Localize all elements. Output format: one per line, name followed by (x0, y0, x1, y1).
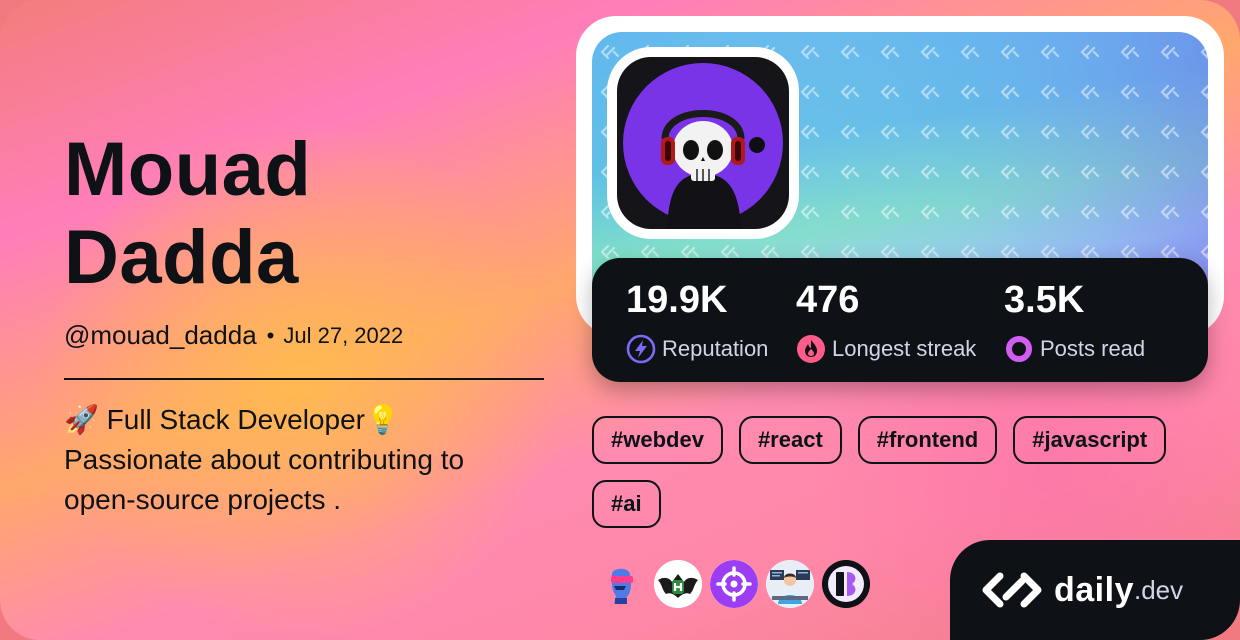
stat-value: 3.5K (1004, 279, 1085, 321)
stat-posts-read: 3.5K Posts read (1004, 278, 1145, 364)
squad-target-icon (710, 560, 758, 608)
avatar-frame (607, 47, 799, 239)
squad-statue-icon (611, 568, 633, 604)
skull-headphones-icon (623, 63, 783, 229)
first-name: Mouad (64, 127, 312, 212)
profile-card: Mouad Dadda @mouad_dadda • Jul 27, 2022 🚀… (0, 0, 1240, 640)
stat-label-row: Posts read (1004, 334, 1145, 364)
tag-list: #webdev #react #frontend #javascript #ai (592, 416, 1202, 528)
streak-flame-icon (797, 335, 825, 363)
tag-webdev[interactable]: #webdev (592, 416, 723, 464)
tag-javascript[interactable]: #javascript (1013, 416, 1167, 464)
bio-line: Passionate about contributing to (64, 444, 465, 475)
divider (64, 378, 544, 380)
separator-dot: • (266, 322, 275, 348)
squad-badge[interactable] (654, 560, 702, 608)
brand-tld: .dev (1133, 574, 1184, 605)
stat-label-row: Longest streak (796, 334, 976, 364)
stat-label: Posts read (1040, 336, 1146, 361)
squad-bat-icon (654, 560, 702, 608)
bio-line: 🚀 Full Stack Developer💡 (64, 404, 400, 435)
username: @mouad_dadda (64, 320, 257, 350)
bio: 🚀 Full Stack Developer💡 Passionate about … (64, 400, 544, 520)
stat-label: Reputation (662, 336, 769, 361)
stat-label-row: Reputation (626, 334, 768, 364)
squad-badge[interactable] (822, 560, 870, 608)
stat-reputation: 19.9K Reputation (626, 278, 768, 364)
brand-name: daily (1054, 570, 1134, 609)
tag-react[interactable]: #react (738, 416, 842, 464)
squad-badge[interactable] (766, 560, 814, 608)
squad-workspace-icon (766, 560, 814, 608)
handle-row: @mouad_dadda • Jul 27, 2022 (64, 320, 403, 351)
squad-list (598, 560, 870, 608)
squad-badge[interactable] (710, 560, 758, 608)
profile-name: Mouad Dadda (64, 126, 311, 302)
stat-label: Longest streak (832, 336, 977, 361)
reputation-bolt-icon (626, 334, 656, 364)
stat-value: 19.9K (626, 279, 728, 321)
last-name: Dadda (64, 215, 299, 300)
bio-line: open-source projects . (64, 484, 342, 515)
daily-dev-branding: daily .dev (950, 540, 1240, 640)
avatar (617, 57, 789, 229)
squad-badge[interactable] (598, 560, 646, 608)
posts-read-ring-icon (1006, 336, 1032, 362)
tag-frontend[interactable]: #frontend (857, 416, 998, 464)
stat-longest-streak: 476 Longest streak (796, 278, 976, 364)
daily-dev-logo-icon (982, 572, 1042, 608)
stat-value: 476 (796, 279, 860, 321)
squad-letter-icon (822, 560, 870, 608)
join-date: Jul 27, 2022 (283, 322, 404, 348)
tag-ai[interactable]: #ai (592, 480, 661, 528)
stats-panel: 19.9K Reputation 476 Longest streak 3.5K… (592, 258, 1208, 382)
